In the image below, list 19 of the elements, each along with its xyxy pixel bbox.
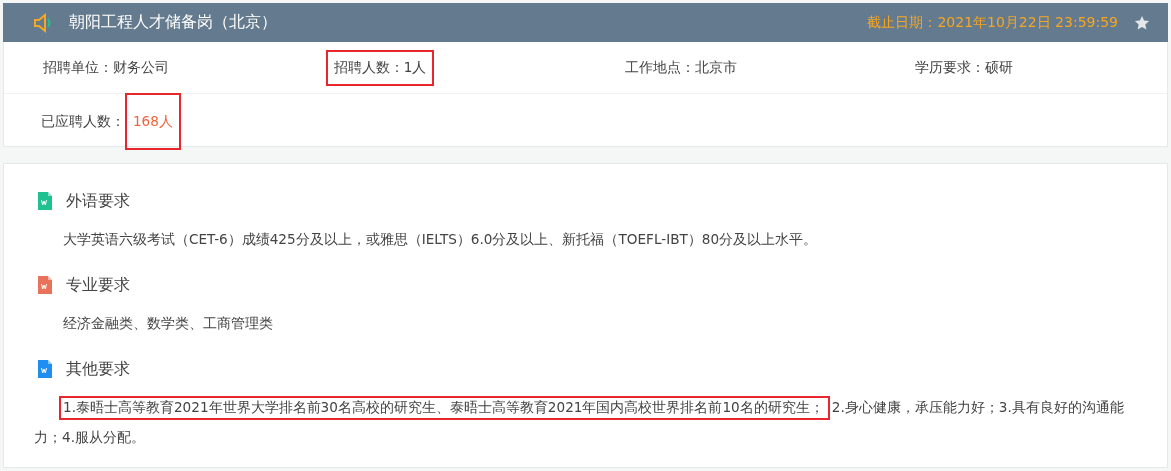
star-icon[interactable] [1134, 14, 1150, 31]
field-label: 工作地点： [624, 58, 695, 77]
section-title: 专业要求 [66, 274, 130, 296]
field-value: 1人 [403, 58, 427, 77]
field-label: 学历要求： [915, 58, 986, 77]
field-label: 招聘单位： [43, 58, 113, 77]
deadline-text: 截止日期：2021年10月22日 23:59:59 [867, 13, 1118, 32]
requirement-text: 大学英语六级考试（CET-6）成绩425分及以上，或雅思（IELTS）6.0分及以上、新托福（TOEFL-IBT）80分及以上水平。 [62, 230, 819, 249]
requirement-text: 经济金融类、数学类、工商管理类 [62, 314, 274, 333]
field-value: 硕研 [985, 58, 1014, 77]
applicant-count: 168人 [125, 93, 181, 150]
field-label: 已应聘人数： [41, 113, 125, 131]
section-title: 其他要求 [66, 358, 130, 380]
job-title: 朝阳工程人才储备岗（北京） [69, 12, 278, 33]
field-value: 财务公司 [113, 58, 169, 77]
field-value: 北京市 [694, 58, 737, 77]
field-label: 招聘人数： [333, 58, 404, 77]
section-title: 外语要求 [66, 190, 130, 212]
requirement-text: 1.泰晤士高等教育2021年世界大学排名前30名高校的研究生、泰晤士高等教育2021年国内高校世界排名前10名的研究生； 2.身心健康，承压能力好；3.具有良好的沟通能力；4.服从分配。 [33, 398, 1125, 447]
